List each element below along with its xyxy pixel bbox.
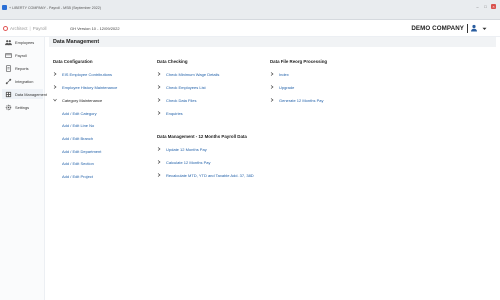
brand[interactable]: Architect | Payroll xyxy=(3,26,46,31)
brand-logo-icon xyxy=(3,26,8,31)
chevron-right-icon[interactable] xyxy=(157,147,161,151)
minimize-button[interactable]: – xyxy=(475,4,480,9)
people-icon xyxy=(5,39,12,45)
page-title-bar: Data Management xyxy=(49,37,496,47)
brand-separator: | xyxy=(29,26,31,31)
link-enquiries[interactable]: Enquiries xyxy=(166,111,183,116)
sidebar-item-integration[interactable]: Integration xyxy=(2,76,43,86)
chevron-right-icon[interactable] xyxy=(157,98,161,102)
sidebar-item-data-management[interactable]: Data Management xyxy=(2,89,47,99)
link-upgrade[interactable]: Upgrade xyxy=(279,85,294,90)
chevron-right-icon[interactable] xyxy=(270,85,274,89)
sidebar-item-label: Payroll xyxy=(15,52,27,58)
chevron-right-icon[interactable] xyxy=(157,173,161,177)
sidebar-item-label: Reports xyxy=(15,65,29,71)
sidebar-item-reports[interactable]: Reports xyxy=(2,63,43,73)
sidebar-item-payroll[interactable]: Payroll xyxy=(2,50,43,60)
link-generate-12-months-pay[interactable]: Generate 12 Months Pay xyxy=(279,98,323,103)
payroll-period: GH Version 10 - 12/09/2022 xyxy=(70,26,120,31)
section-title-data-file-reorg: Data File Reorg Processing xyxy=(270,59,328,64)
sidebar: Employees Payroll Reports Integration Da… xyxy=(0,37,47,300)
link-update-12-months-pay[interactable]: Update 12 Months Pay xyxy=(166,147,207,152)
link-add-edit-project[interactable]: Add / Edit Project xyxy=(62,174,93,179)
user-avatar-icon[interactable] xyxy=(470,24,478,32)
app-window: + LIBERTY COMPANY - Payroll - MSB (Septe… xyxy=(0,0,500,300)
chevron-right-icon[interactable] xyxy=(270,72,274,76)
page-title: Data Management xyxy=(53,39,100,45)
close-button[interactable]: × xyxy=(491,4,496,9)
app-logo-icon xyxy=(2,5,7,10)
brand-app: Payroll xyxy=(32,26,47,31)
chevron-right-icon[interactable] xyxy=(157,72,161,76)
chevron-right-icon[interactable] xyxy=(157,85,161,89)
sidebar-item-settings[interactable]: Settings xyxy=(2,102,43,112)
sidebar-item-employees[interactable]: Employees xyxy=(2,37,43,47)
chevron-right-icon[interactable] xyxy=(53,85,57,89)
link-add-edit-line-no[interactable]: Add / Edit Line No xyxy=(62,123,94,128)
link-category-maintenance[interactable]: Category Maintenance xyxy=(62,98,102,103)
chevron-right-icon[interactable] xyxy=(157,160,161,164)
sidebar-item-label: Employees xyxy=(15,39,35,45)
section-title-data-configuration: Data Configuration xyxy=(53,59,93,64)
chevron-right-icon[interactable] xyxy=(270,98,274,102)
app-header: Architect | Payroll GH Version 10 - 12/0… xyxy=(0,20,500,37)
payroll-icon xyxy=(5,52,12,58)
link-recalculate-mtd-ytd[interactable]: Recalculate MTD, YTD and Taxable Add. 37… xyxy=(166,173,254,178)
brand-name: Architect xyxy=(10,26,28,31)
link-check-data-files[interactable]: Check Data Files xyxy=(166,98,196,103)
company-name: DEMO COMPANY xyxy=(411,25,464,32)
link-check-employees-list[interactable]: Check Employees List xyxy=(166,85,206,90)
integration-icon xyxy=(5,78,12,84)
chevron-right-icon[interactable] xyxy=(53,72,57,76)
reports-icon xyxy=(5,64,12,72)
window-titlebar: + LIBERTY COMPANY - Payroll - MSB (Septe… xyxy=(0,0,500,20)
link-check-minimum-wage-details[interactable]: Check Minimum Wage Details xyxy=(166,72,219,77)
link-add-edit-branch[interactable]: Add / Edit Branch xyxy=(62,136,93,141)
link-employee-history-maintenance[interactable]: Employee History Maintenance xyxy=(62,85,117,90)
chevron-down-icon[interactable] xyxy=(482,27,487,31)
gear-icon xyxy=(5,104,12,110)
window-controls: – □ × xyxy=(475,4,496,9)
sidebar-item-label: Data Management xyxy=(15,91,48,97)
link-index[interactable]: Index xyxy=(279,72,289,77)
link-eis-employee-contributions[interactable]: EIS Employee Contributions xyxy=(62,72,112,77)
maximize-button[interactable]: □ xyxy=(483,4,488,9)
chevron-down-icon[interactable] xyxy=(53,98,57,102)
chevron-right-icon[interactable] xyxy=(157,111,161,115)
link-add-edit-department[interactable]: Add / Edit Department xyxy=(62,149,101,154)
section-title-data-checking: Data Checking xyxy=(157,59,188,64)
sidebar-item-label: Settings xyxy=(15,104,30,110)
sidebar-item-label: Integration xyxy=(15,78,34,84)
main-content: Data Management Data Configuration EIS E… xyxy=(45,37,500,300)
header-divider xyxy=(467,24,468,33)
link-add-edit-section[interactable]: Add / Edit Section xyxy=(62,161,94,166)
database-icon xyxy=(5,91,12,97)
section-title-12-months-payroll: Data Management - 12 Months Payroll Data xyxy=(157,134,247,139)
link-calculate-12-months-pay[interactable]: Calculate 12 Months Pay xyxy=(166,160,210,165)
window-title: + LIBERTY COMPANY - Payroll - MSB (Septe… xyxy=(9,6,101,10)
link-add-edit-category[interactable]: Add / Edit Category xyxy=(62,111,97,116)
